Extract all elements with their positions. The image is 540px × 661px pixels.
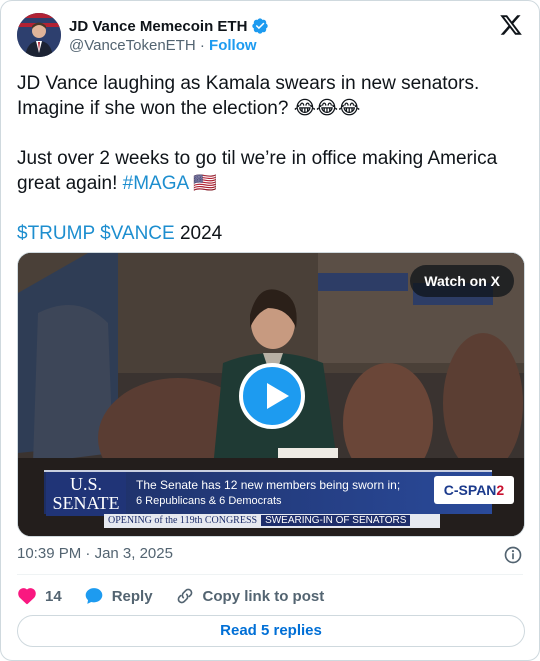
tweet-paragraph-3: $TRUMP $VANCE 2024 [17, 221, 527, 246]
chyron-line-2: 6 Republicans & 6 Democrats [136, 495, 282, 507]
video-player[interactable]: Watch on X U.S. SENATE The Senate has 12… [17, 252, 525, 537]
author-name[interactable]: JD Vance Memecoin ETH [69, 18, 247, 35]
link-icon [177, 588, 192, 604]
tweet-date: Jan 3, 2025 [94, 545, 173, 562]
divider [17, 574, 523, 575]
sub-bar-right: SWEARING-IN OF SENATORS [261, 515, 411, 526]
tweet-paragraph-2: Just over 2 weeks to go til we’re in off… [17, 146, 527, 196]
info-icon[interactable] [503, 545, 523, 565]
read-replies-button[interactable]: Read 5 replies [17, 615, 525, 647]
reply-button[interactable]: Reply [84, 586, 153, 606]
tv-sub-bar: OPENING of the 119th CONGRESS SWEARING-IN… [104, 514, 440, 528]
year-text: 2024 [179, 223, 223, 244]
tv-chyron: U.S. SENATE The Senate has 12 new member… [44, 470, 514, 516]
action-bar: 14 Reply Copy link to post [17, 585, 346, 607]
flag-emoji: 🇺🇸 [193, 173, 218, 194]
heart-icon [18, 588, 36, 605]
reply-label: Reply [111, 587, 153, 605]
play-icon[interactable] [239, 363, 305, 429]
tweet-card: JD Vance Memecoin ETH @VanceTokenETH · F… [0, 0, 540, 661]
chyron-senate-label: SENATE [52, 493, 120, 513]
tweet-timestamp[interactable]: 10:39 PM · Jan 3, 2025 [17, 545, 173, 562]
chyron-line-1: The Senate has 12 new members being swor… [136, 478, 401, 492]
cspan-label: C-SPAN [443, 482, 497, 498]
chyron-us-label: U.S. [69, 474, 102, 494]
tweet-header: JD Vance Memecoin ETH @VanceTokenETH · F… [17, 13, 523, 61]
chyron-us-senate: U.S. SENATE [46, 472, 126, 516]
cashtag-vance[interactable]: $VANCE [100, 223, 175, 244]
cspan-logo: C-SPAN2 [434, 476, 514, 504]
like-count: 14 [45, 587, 62, 605]
tweet-paragraph-1: JD Vance laughing as Kamala swears in ne… [17, 73, 480, 119]
tweet-paragraph-2-text: Just over 2 weeks to go til we’re in off… [17, 148, 498, 194]
chyron-text: The Senate has 12 new members being swor… [136, 477, 400, 509]
timestamp-separator: · [85, 545, 91, 562]
watch-on-x-button[interactable]: Watch on X [410, 265, 514, 297]
avatar[interactable] [17, 13, 61, 57]
tweet-time: 10:39 PM [17, 545, 82, 562]
cspan-number: 2 [496, 482, 505, 498]
verified-badge-icon [252, 18, 269, 34]
follow-button[interactable]: Follow [209, 37, 257, 54]
tweet-text: JD Vance laughing as Kamala swears in ne… [17, 71, 527, 246]
x-logo-icon[interactable] [499, 13, 523, 37]
sub-bar-left: OPENING of the 119th CONGRESS [108, 515, 258, 526]
copy-link-label: Copy link to post [202, 587, 325, 605]
like-button[interactable]: 14 [17, 586, 62, 606]
cashtag-trump[interactable]: $TRUMP [17, 223, 95, 244]
copy-link-button[interactable]: Copy link to post [175, 586, 325, 606]
author-handle[interactable]: @VanceTokenETH [69, 37, 196, 54]
hashtag-maga[interactable]: #MAGA [123, 173, 188, 194]
reply-bubble-icon [85, 588, 103, 604]
handle-separator: · [199, 37, 205, 54]
